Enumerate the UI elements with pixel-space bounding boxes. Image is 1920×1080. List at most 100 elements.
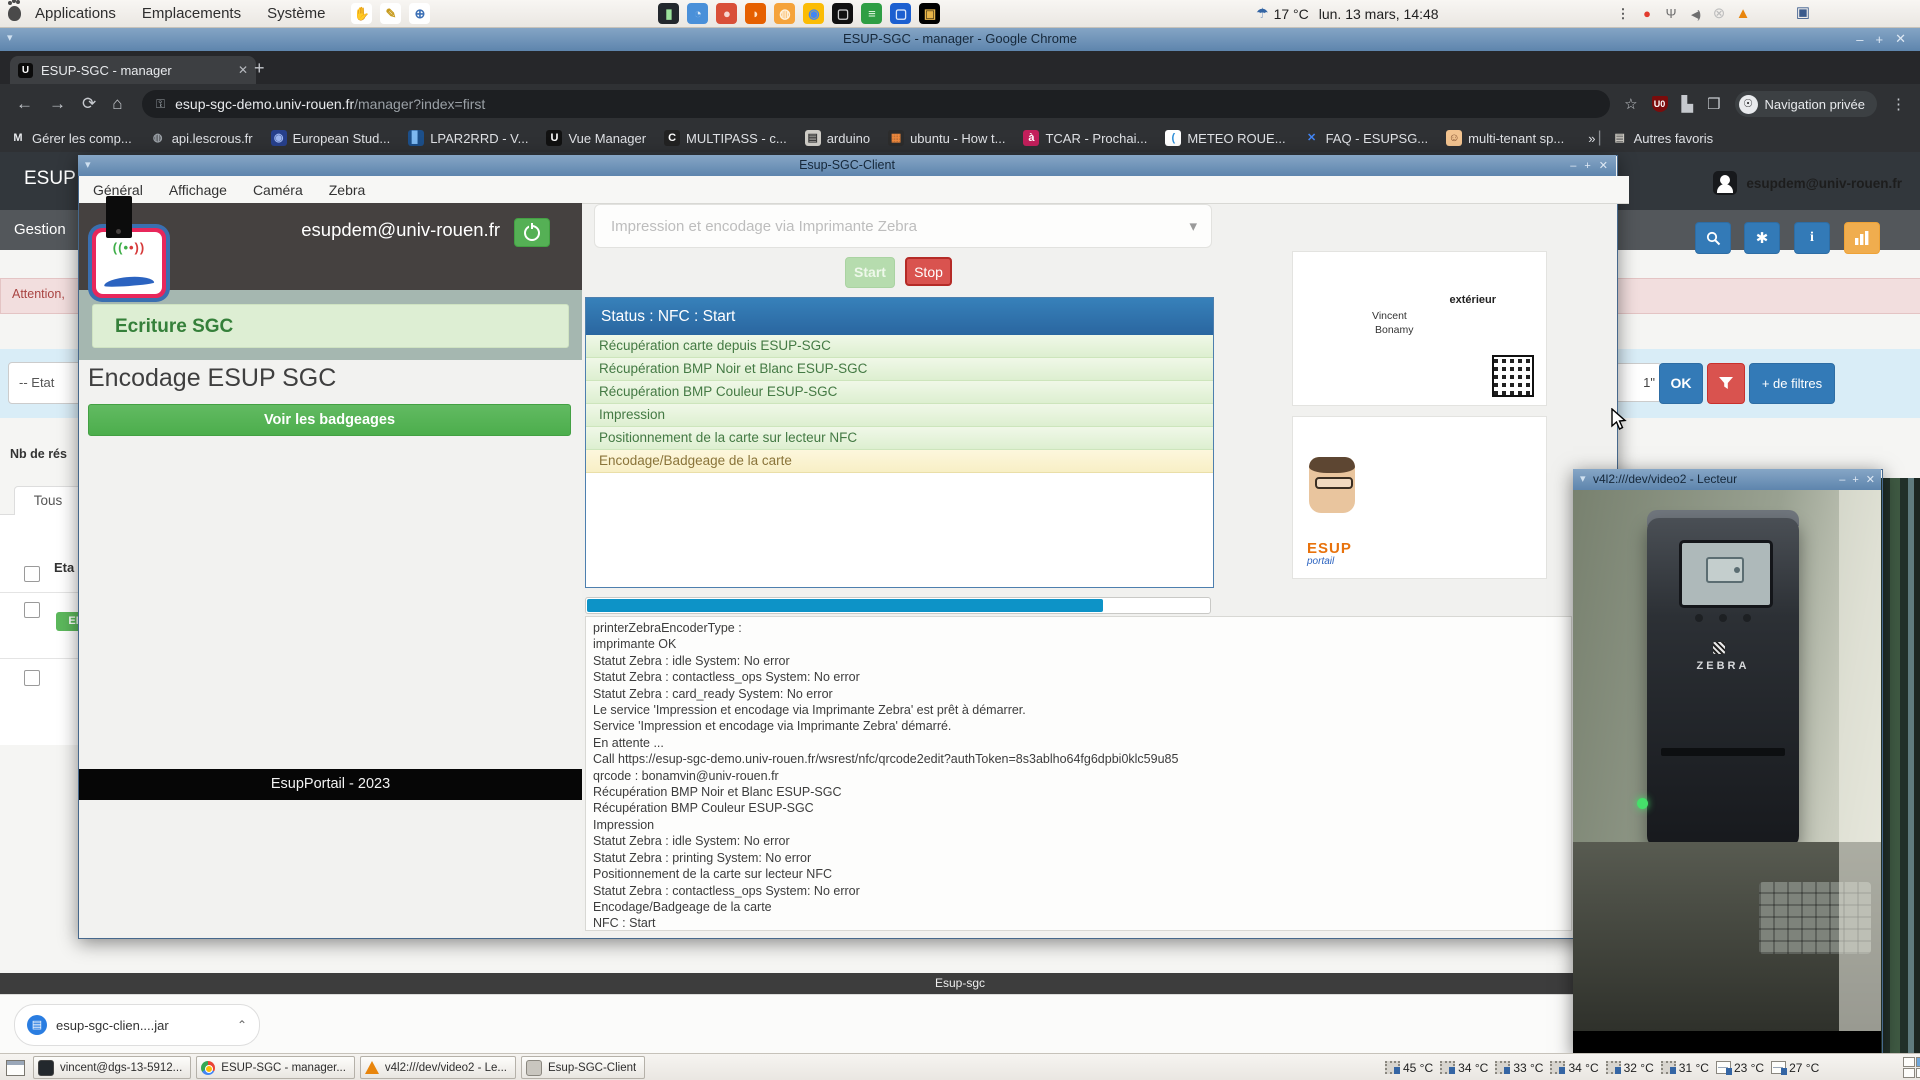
close-button[interactable]: ✕: [1599, 159, 1608, 172]
user-person-icon[interactable]: [1713, 171, 1737, 195]
bookmark-item[interactable]: ◍ api.lescrous.fr: [150, 130, 253, 146]
reload-icon[interactable]: ⟳: [82, 94, 96, 114]
client-log-output[interactable]: printerZebraEncoderType :imprimante OKSt…: [585, 616, 1572, 931]
temperature-applet[interactable]: 31 °C: [1661, 1061, 1709, 1075]
row-checkbox[interactable]: [24, 602, 40, 618]
column-header-etat[interactable]: Eta: [54, 560, 74, 575]
chrome-menu-icon[interactable]: ⋮: [1891, 95, 1906, 113]
url-bar[interactable]: ⚿ esup-sgc-demo.univ-rouen.fr /manager?i…: [142, 90, 1610, 118]
video-titlebar[interactable]: ▾ v4l2:///dev/video2 - Lecteur – + ✕: [1573, 469, 1881, 491]
panel-menu-item[interactable]: Emplacements: [142, 5, 241, 22]
close-button[interactable]: ✕: [1866, 473, 1875, 486]
panel-menu-item[interactable]: Applications: [35, 5, 116, 22]
tab-tous[interactable]: Tous: [14, 486, 82, 515]
clock-applet[interactable]: ☂ 17 °C lun. 13 mars, 14:48: [1256, 5, 1439, 22]
zebra-hand-tool-icon[interactable]: ✋: [351, 3, 372, 24]
service-select[interactable]: Impression et encodage via Imprimante Ze…: [594, 204, 1212, 248]
close-button[interactable]: ✕: [1895, 31, 1906, 47]
settings-button[interactable]: ✱: [1744, 222, 1780, 254]
download-caret-icon[interactable]: ⌃: [237, 1018, 247, 1032]
ublock-icon[interactable]: U0: [1652, 96, 1668, 112]
bookmarks-overflow-icon[interactable]: »: [1588, 131, 1595, 146]
new-tab-button[interactable]: +: [254, 58, 265, 79]
firefox-launcher-icon[interactable]: ◗: [745, 3, 766, 24]
orange-app-launcher-icon[interactable]: ◍: [774, 3, 795, 24]
taskbar-window-button[interactable]: v4l2:///dev/video2 - Le...: [360, 1056, 516, 1079]
client-menu-item[interactable]: Caméra: [253, 182, 303, 198]
window-list-icon[interactable]: [6, 1060, 25, 1076]
start-button[interactable]: Start: [845, 257, 895, 288]
page-size-input[interactable]: 1": [1616, 363, 1661, 402]
taskbar-window-button[interactable]: ESUP-SGC - manager...: [196, 1056, 355, 1079]
taskbar-window-button[interactable]: vincent@dgs-13-5912...: [33, 1056, 191, 1079]
client-menu-item[interactable]: Affichage: [169, 182, 227, 198]
temperature-applet[interactable]: 34 °C: [1550, 1061, 1598, 1075]
temperature-applet[interactable]: 27 °C: [1771, 1061, 1819, 1075]
temperature-applet[interactable]: 32 °C: [1606, 1061, 1654, 1075]
disconnect-indicator[interactable]: [1710, 5, 1728, 23]
voir-badgeages-button[interactable]: Voir les badgeages: [88, 404, 571, 436]
maximize-button[interactable]: +: [1876, 32, 1884, 47]
chrome-launcher-icon[interactable]: ◉: [803, 3, 824, 24]
bookmark-item[interactable]: ( METEO ROUE...: [1165, 130, 1285, 146]
bookmark-item[interactable]: ▤ arduino: [805, 130, 870, 146]
tv-black-launcher-icon[interactable]: ▢: [832, 3, 853, 24]
search-button[interactable]: [1695, 222, 1731, 254]
minimize-button[interactable]: –: [1839, 474, 1845, 486]
bookmark-item[interactable]: à TCAR - Prochai...: [1023, 130, 1147, 146]
bookmark-item[interactable]: ▦ ubuntu - How t...: [888, 130, 1005, 146]
window-shade-icon[interactable]: ▾: [85, 158, 91, 171]
other-bookmarks-folder[interactable]: ▤ Autres favoris: [1612, 130, 1713, 146]
bookmark-item[interactable]: ☺ multi-tenant sp...: [1446, 130, 1564, 146]
tab-group-icon[interactable]: ❒: [1707, 95, 1720, 113]
stop-button[interactable]: Stop: [905, 257, 952, 286]
extensions-puzzle-icon[interactable]: ▙: [1682, 95, 1694, 113]
panel-menu-item[interactable]: Système: [267, 5, 325, 22]
minimize-button[interactable]: –: [1856, 32, 1863, 47]
bookmark-star-icon[interactable]: ☆: [1624, 95, 1637, 113]
stats-button[interactable]: [1844, 222, 1880, 254]
volume-indicator[interactable]: [1686, 5, 1704, 23]
ok-button[interactable]: OK: [1659, 363, 1703, 404]
back-icon[interactable]: ←: [16, 94, 33, 114]
taskbar-window-button[interactable]: Esup-SGC-Client: [521, 1056, 645, 1079]
bookmark-item[interactable]: ✕ FAQ - ESUPSG...: [1304, 130, 1429, 146]
tab-close-icon[interactable]: ✕: [238, 63, 248, 77]
chromium-launcher-icon[interactable]: ◔: [687, 3, 708, 24]
window-shade-icon[interactable]: ▾: [1580, 472, 1586, 485]
home-icon[interactable]: ⌂: [112, 94, 122, 114]
temperature-applet[interactable]: 23 °C: [1716, 1061, 1764, 1075]
camera-feed[interactable]: ZEBRA: [1573, 490, 1881, 1031]
client-titlebar[interactable]: ▾ Esup-SGC-Client – + ✕: [78, 155, 1616, 177]
temperature-applet[interactable]: 45 °C: [1385, 1061, 1433, 1075]
web-globe-icon[interactable]: ⊕: [409, 3, 430, 24]
app-menu-dots[interactable]: [1614, 5, 1632, 23]
more-filters-button[interactable]: + de filtres: [1749, 363, 1835, 404]
microphone-indicator[interactable]: [1662, 5, 1680, 23]
record-indicator[interactable]: [1638, 5, 1656, 23]
client-menu-item[interactable]: Zebra: [329, 182, 366, 198]
temperature-applet[interactable]: 33 °C: [1495, 1061, 1543, 1075]
info-button[interactable]: i: [1794, 222, 1830, 254]
screen-black-launcher-icon[interactable]: ▣: [919, 3, 940, 24]
screenshot-tool-icon[interactable]: [1794, 4, 1812, 22]
header-checkbox[interactable]: [24, 566, 40, 582]
vlc-indicator[interactable]: [1734, 5, 1752, 23]
window-shade-icon[interactable]: ▾: [7, 31, 13, 44]
row-checkbox[interactable]: [24, 670, 40, 686]
terminal-launcher-icon[interactable]: ▮: [658, 3, 679, 24]
bookmark-item[interactable]: U Vue Manager: [546, 130, 646, 146]
workspace-switcher[interactable]: [1903, 1057, 1920, 1078]
forward-icon[interactable]: →: [49, 94, 66, 114]
download-item[interactable]: ▤ esup-sgc-clien....jar ⌃: [14, 1004, 260, 1046]
maximize-button[interactable]: +: [1584, 160, 1590, 172]
tv-green-launcher-icon[interactable]: ≡: [861, 3, 882, 24]
chrome-window-titlebar[interactable]: ▾ ESUP-SGC - manager - Google Chrome – +…: [0, 27, 1920, 52]
tab-esup-sgc-manager[interactable]: U ESUP-SGC - manager ✕: [10, 56, 256, 84]
josm-launcher-icon[interactable]: ●: [716, 3, 737, 24]
filter-funnel-button[interactable]: [1707, 363, 1745, 404]
minimize-button[interactable]: –: [1570, 160, 1576, 172]
maximize-button[interactable]: +: [1852, 474, 1858, 486]
bookmark-item[interactable]: C MULTIPASS - c...: [664, 130, 787, 146]
edit-pencil-icon[interactable]: ✎: [380, 3, 401, 24]
